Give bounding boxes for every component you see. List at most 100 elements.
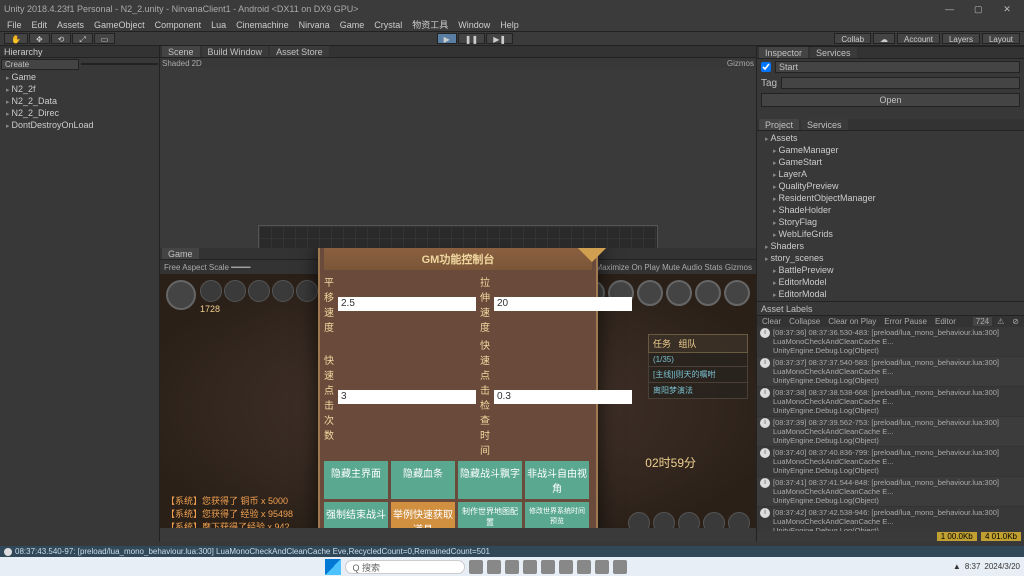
console-clearonplay[interactable]: Clear on Play xyxy=(825,317,879,326)
tray-date[interactable]: 2024/3/20 xyxy=(984,562,1020,571)
taskbar-app[interactable] xyxy=(487,560,501,574)
project-item[interactable]: BattlePreview xyxy=(761,265,1020,277)
menu-lua[interactable]: Lua xyxy=(208,20,229,30)
menu-tools[interactable]: 物资工具 xyxy=(409,18,451,31)
console-err-icon[interactable]: ⊘ xyxy=(1009,317,1022,326)
hierarchy-item[interactable]: DontDestroyOnLoad xyxy=(4,120,155,132)
console-log-entry[interactable]: i[08:37:42] 08:37:42.538-946: [preload/l… xyxy=(757,507,1024,531)
play-button[interactable]: ▶ xyxy=(437,33,457,44)
taskbar-app[interactable] xyxy=(577,560,591,574)
mute-toggle[interactable]: Mute Audio xyxy=(662,263,702,272)
tab-build[interactable]: Build Window xyxy=(202,46,269,57)
menu-cinemachine[interactable]: Cinemachine xyxy=(233,20,292,30)
hide-dmg-button[interactable]: 隐藏战斗飘字 xyxy=(458,461,522,499)
menu-assets[interactable]: Assets xyxy=(54,20,87,30)
rect-tool[interactable]: ▭ xyxy=(94,33,116,44)
hand-tool[interactable]: ✋ xyxy=(4,33,28,44)
game-scene[interactable]: 1728 何人识得此阵? 任务 组队 (1/35) [主线]|则天的嘱咐 离阳梦… xyxy=(160,274,756,528)
move-tool[interactable]: ✥ xyxy=(29,33,50,44)
console-log-entry[interactable]: i[08:37:37] 08:37:37.540-583: [preload/l… xyxy=(757,357,1024,387)
tab-project[interactable]: Project xyxy=(759,119,799,130)
tray-icon[interactable]: ▲ xyxy=(953,562,961,571)
menu-edit[interactable]: Edit xyxy=(29,20,51,30)
enemy-avatar[interactable] xyxy=(637,280,663,306)
project-item[interactable]: EditorModel xyxy=(761,277,1020,289)
account-dropdown[interactable]: Account xyxy=(897,33,940,44)
project-item[interactable]: ResidentObjectManager xyxy=(761,193,1020,205)
taskbar-app[interactable] xyxy=(523,560,537,574)
taskbar-app[interactable] xyxy=(469,560,483,574)
tag-dropdown[interactable] xyxy=(781,77,1020,89)
skill-button[interactable] xyxy=(703,512,725,528)
end-battle-button[interactable]: 强制结束战斗 xyxy=(324,502,388,528)
zoom-speed-input[interactable] xyxy=(494,297,632,311)
hud-icon[interactable] xyxy=(200,280,222,302)
console-log-entry[interactable]: i[08:37:36] 08:37:36.530-483: [preload/l… xyxy=(757,327,1024,357)
project-item[interactable]: story_scenes xyxy=(761,253,1020,265)
skill-button[interactable] xyxy=(728,512,750,528)
enemy-avatar[interactable] xyxy=(695,280,721,306)
tab-scene[interactable]: Scene xyxy=(162,46,200,57)
console-editor[interactable]: Editor xyxy=(932,317,959,326)
hierarchy-search[interactable] xyxy=(81,63,159,65)
maximize-toggle[interactable]: Maximize On Play xyxy=(595,263,659,272)
go-enabled[interactable] xyxy=(761,62,771,72)
step-button[interactable]: ▶❚ xyxy=(486,33,513,44)
shaded-dropdown[interactable]: Shaded xyxy=(162,59,190,68)
project-item[interactable]: StoryFlag xyxy=(761,217,1020,229)
hide-ui-button[interactable]: 隐藏主界面 xyxy=(324,461,388,499)
pause-button[interactable]: ❚❚ xyxy=(458,33,485,44)
enemy-avatar[interactable] xyxy=(666,280,692,306)
minimize-button[interactable]: — xyxy=(936,4,962,14)
menu-window[interactable]: Window xyxy=(455,20,493,30)
hierarchy-tab[interactable]: Hierarchy xyxy=(0,46,159,58)
hud-icon[interactable] xyxy=(224,280,246,302)
console-clear[interactable]: Clear xyxy=(759,317,784,326)
project-item[interactable]: GameManager xyxy=(761,145,1020,157)
skill-button[interactable] xyxy=(628,512,650,528)
console-collapse[interactable]: Collapse xyxy=(786,317,823,326)
tab-assetstore[interactable]: Asset Store xyxy=(270,46,329,57)
project-item[interactable]: Shaders xyxy=(761,241,1020,253)
quest-header[interactable]: 任务 组队 xyxy=(648,334,748,353)
menu-nirvana[interactable]: Nirvana xyxy=(296,20,333,30)
project-item[interactable]: ShadeHolder xyxy=(761,205,1020,217)
hierarchy-item[interactable]: Game xyxy=(4,72,155,84)
player-avatar[interactable] xyxy=(166,280,196,310)
project-item[interactable]: QualityPreview xyxy=(761,181,1020,193)
tab-inspector[interactable]: Inspector xyxy=(759,47,808,58)
hud-icon[interactable] xyxy=(296,280,318,302)
menu-help[interactable]: Help xyxy=(497,20,522,30)
quest-line[interactable]: [主线]|则天的嘱咐 xyxy=(648,367,748,383)
collab-dropdown[interactable]: Collab xyxy=(834,33,871,44)
enemy-avatar[interactable] xyxy=(724,280,750,306)
skill-button[interactable] xyxy=(653,512,675,528)
start-button[interactable] xyxy=(325,559,341,575)
layout-dropdown[interactable]: Layout xyxy=(982,33,1020,44)
console-errorpause[interactable]: Error Pause xyxy=(881,317,930,326)
console-log-entry[interactable]: i[08:37:38] 08:37:38.538-668: [preload/l… xyxy=(757,387,1024,417)
taskbar-app[interactable] xyxy=(541,560,555,574)
tab-proj-services[interactable]: Services xyxy=(801,119,848,130)
menu-game[interactable]: Game xyxy=(337,20,368,30)
click-time-input[interactable] xyxy=(494,390,632,404)
console-log-entry[interactable]: i[08:37:39] 08:37:39.562-753: [preload/l… xyxy=(757,417,1024,447)
project-item[interactable]: LayerA xyxy=(761,169,1020,181)
gizmos-toggle[interactable]: Gizmos xyxy=(725,263,752,272)
menu-crystal[interactable]: Crystal xyxy=(371,20,405,30)
close-button[interactable]: ✕ xyxy=(994,4,1020,15)
hierarchy-item[interactable]: N2_2f xyxy=(4,84,155,96)
hierarchy-item[interactable]: N2_2_Data xyxy=(4,96,155,108)
menu-gameobject[interactable]: GameObject xyxy=(91,20,148,30)
hud-icon[interactable] xyxy=(248,280,270,302)
hud-icon[interactable] xyxy=(272,280,294,302)
project-item[interactable]: EditorModal xyxy=(761,289,1020,301)
pan-speed-input[interactable] xyxy=(338,297,476,311)
taskbar-search[interactable]: Q 搜索 xyxy=(345,560,465,574)
skill-button[interactable] xyxy=(678,512,700,528)
click-count-input[interactable] xyxy=(338,390,476,404)
free-cam-button[interactable]: 非战斗自由视角 xyxy=(525,461,589,499)
quest-line[interactable]: 离阳梦演法 xyxy=(648,383,748,399)
time-preview-button[interactable]: 修改世界系统时间预览 xyxy=(525,502,589,528)
scale-tool[interactable]: ⤢ xyxy=(72,33,92,44)
